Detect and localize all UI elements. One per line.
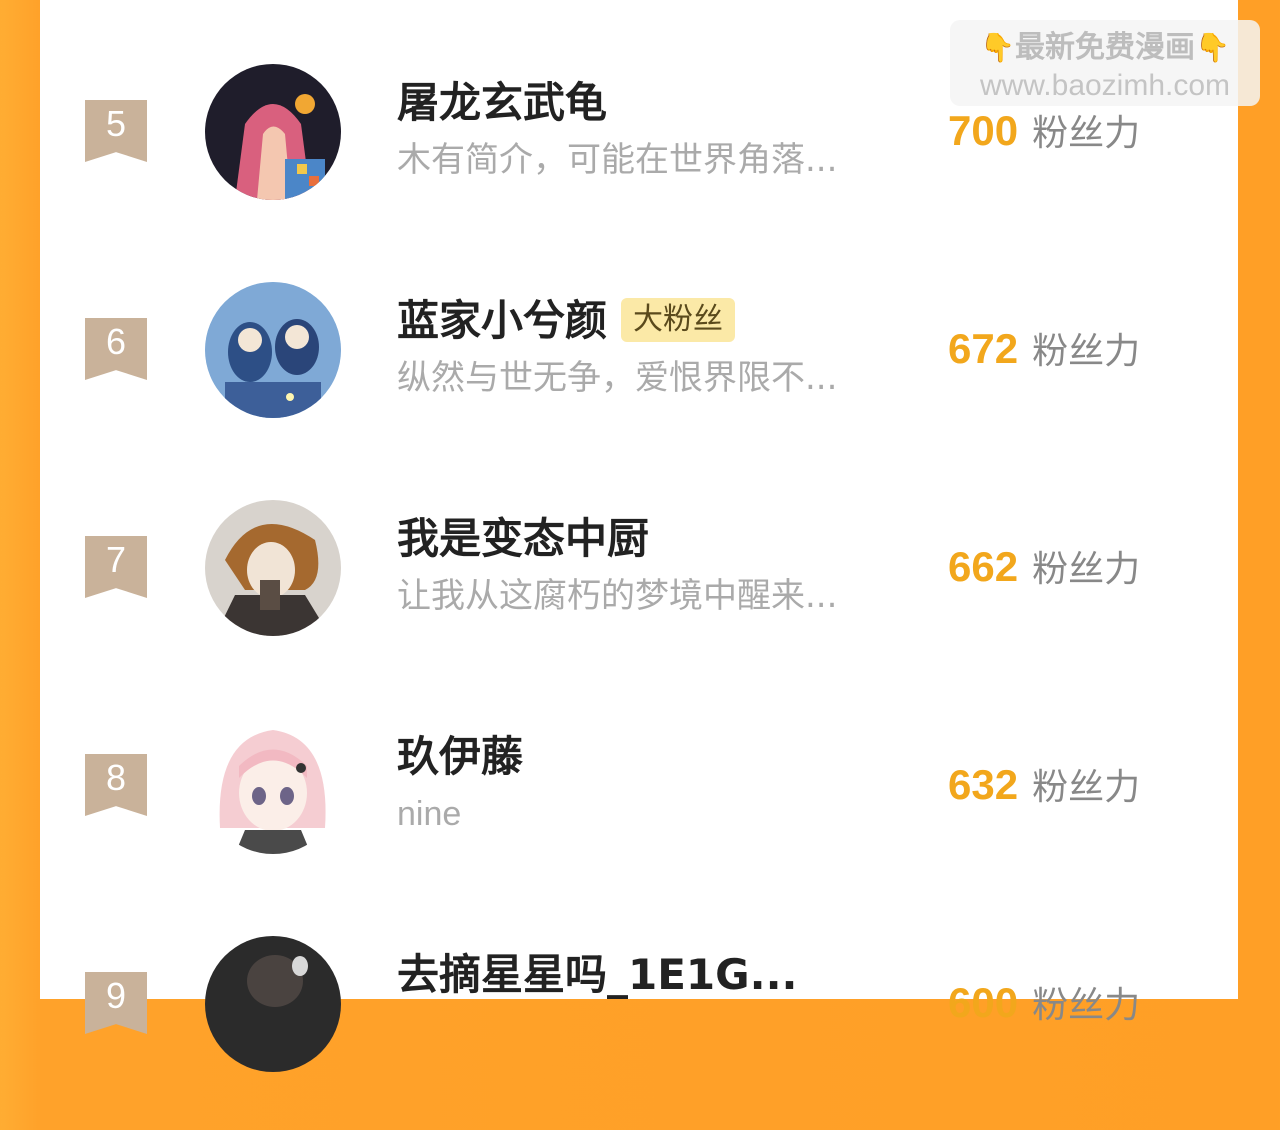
user-name[interactable]: 我是变态中厨 [397, 514, 649, 564]
fan-score-value: 632 [948, 761, 1019, 808]
fan-score-value: 600 [948, 979, 1019, 1026]
rank-ribbon: 9 [85, 972, 147, 1034]
ranking-row[interactable]: 8 玖伊藤 nine 632 粉丝力 [40, 694, 1238, 912]
avatar[interactable] [205, 936, 341, 1072]
avatar-image [205, 718, 341, 854]
fan-score: 632 粉丝力 [948, 760, 1140, 819]
ranking-row[interactable]: 6 蓝家小兮颜 大粉丝 纵然与世无争，爱恨界限不... 672 粉丝力 [40, 258, 1238, 476]
avatar[interactable] [205, 500, 341, 636]
rank-ribbon: 7 [85, 536, 147, 598]
rank-ribbon: 6 [85, 318, 147, 380]
user-name[interactable]: 屠龙玄武龟 [397, 78, 607, 128]
avatar-image [205, 282, 341, 418]
ranking-row[interactable]: 7 我是变态中厨 让我从这腐朽的梦境中醒来... 662 粉丝力 [40, 476, 1238, 694]
watermark-title-text: 最新免费漫画 [1015, 30, 1195, 65]
avatar-image [205, 64, 341, 200]
user-name[interactable]: 玖伊藤 [397, 732, 523, 782]
avatar-image [205, 936, 341, 1072]
user-bio: 让我从这腐朽的梦境中醒来... [397, 576, 838, 616]
fan-score: 672 粉丝力 [948, 324, 1140, 383]
fan-score-value: 662 [948, 543, 1019, 590]
fan-score: 700 粉丝力 [948, 106, 1140, 165]
watermark-title: 👇最新免费漫画👇 [950, 28, 1260, 68]
watermark-url: www.baozimh.com [979, 69, 1231, 102]
user-name-text[interactable]: 蓝家小兮颜 [397, 296, 607, 345]
ranking-row[interactable]: 9 去摘星星吗_1E1G... 600 粉丝力 [40, 912, 1238, 1130]
avatar[interactable] [205, 718, 341, 854]
rank-ribbon: 5 [85, 100, 147, 162]
user-name[interactable]: 去摘星星吗_1E1G... [397, 950, 797, 1000]
avatar[interactable] [205, 64, 341, 200]
avatar[interactable] [205, 282, 341, 418]
rank-ribbon: 8 [85, 754, 147, 816]
fan-score-unit: 粉丝力 [1032, 549, 1141, 590]
fan-score-unit: 粉丝力 [1032, 985, 1141, 1026]
user-name[interactable]: 蓝家小兮颜 大粉丝 [397, 296, 736, 346]
user-bio: 纵然与世无争，爱恨界限不... [397, 358, 838, 398]
pointing-down-icon: 👇 [1195, 31, 1230, 64]
fan-ranking-panel: 5 屠龙玄武龟 木有简介，可能在世界角落... 700 粉丝力 6 蓝家小兮颜 … [40, 0, 1238, 1072]
fan-score-unit: 粉丝力 [1032, 113, 1141, 154]
watermark: 👇最新免费漫画👇 www.baozimh.com [950, 20, 1260, 106]
fan-score-value: 700 [948, 107, 1019, 154]
fan-score-unit: 粉丝力 [1032, 767, 1141, 808]
big-fan-badge: 大粉丝 [621, 297, 736, 342]
fan-score-value: 672 [948, 325, 1019, 372]
pointing-down-icon: 👇 [980, 31, 1015, 64]
fan-score-unit: 粉丝力 [1032, 331, 1141, 372]
user-bio: 木有简介，可能在世界角落... [397, 140, 838, 180]
user-bio: nine [397, 795, 462, 833]
fan-score: 600 粉丝力 [948, 978, 1140, 1037]
fan-score: 662 粉丝力 [948, 542, 1140, 601]
avatar-image [205, 500, 341, 636]
